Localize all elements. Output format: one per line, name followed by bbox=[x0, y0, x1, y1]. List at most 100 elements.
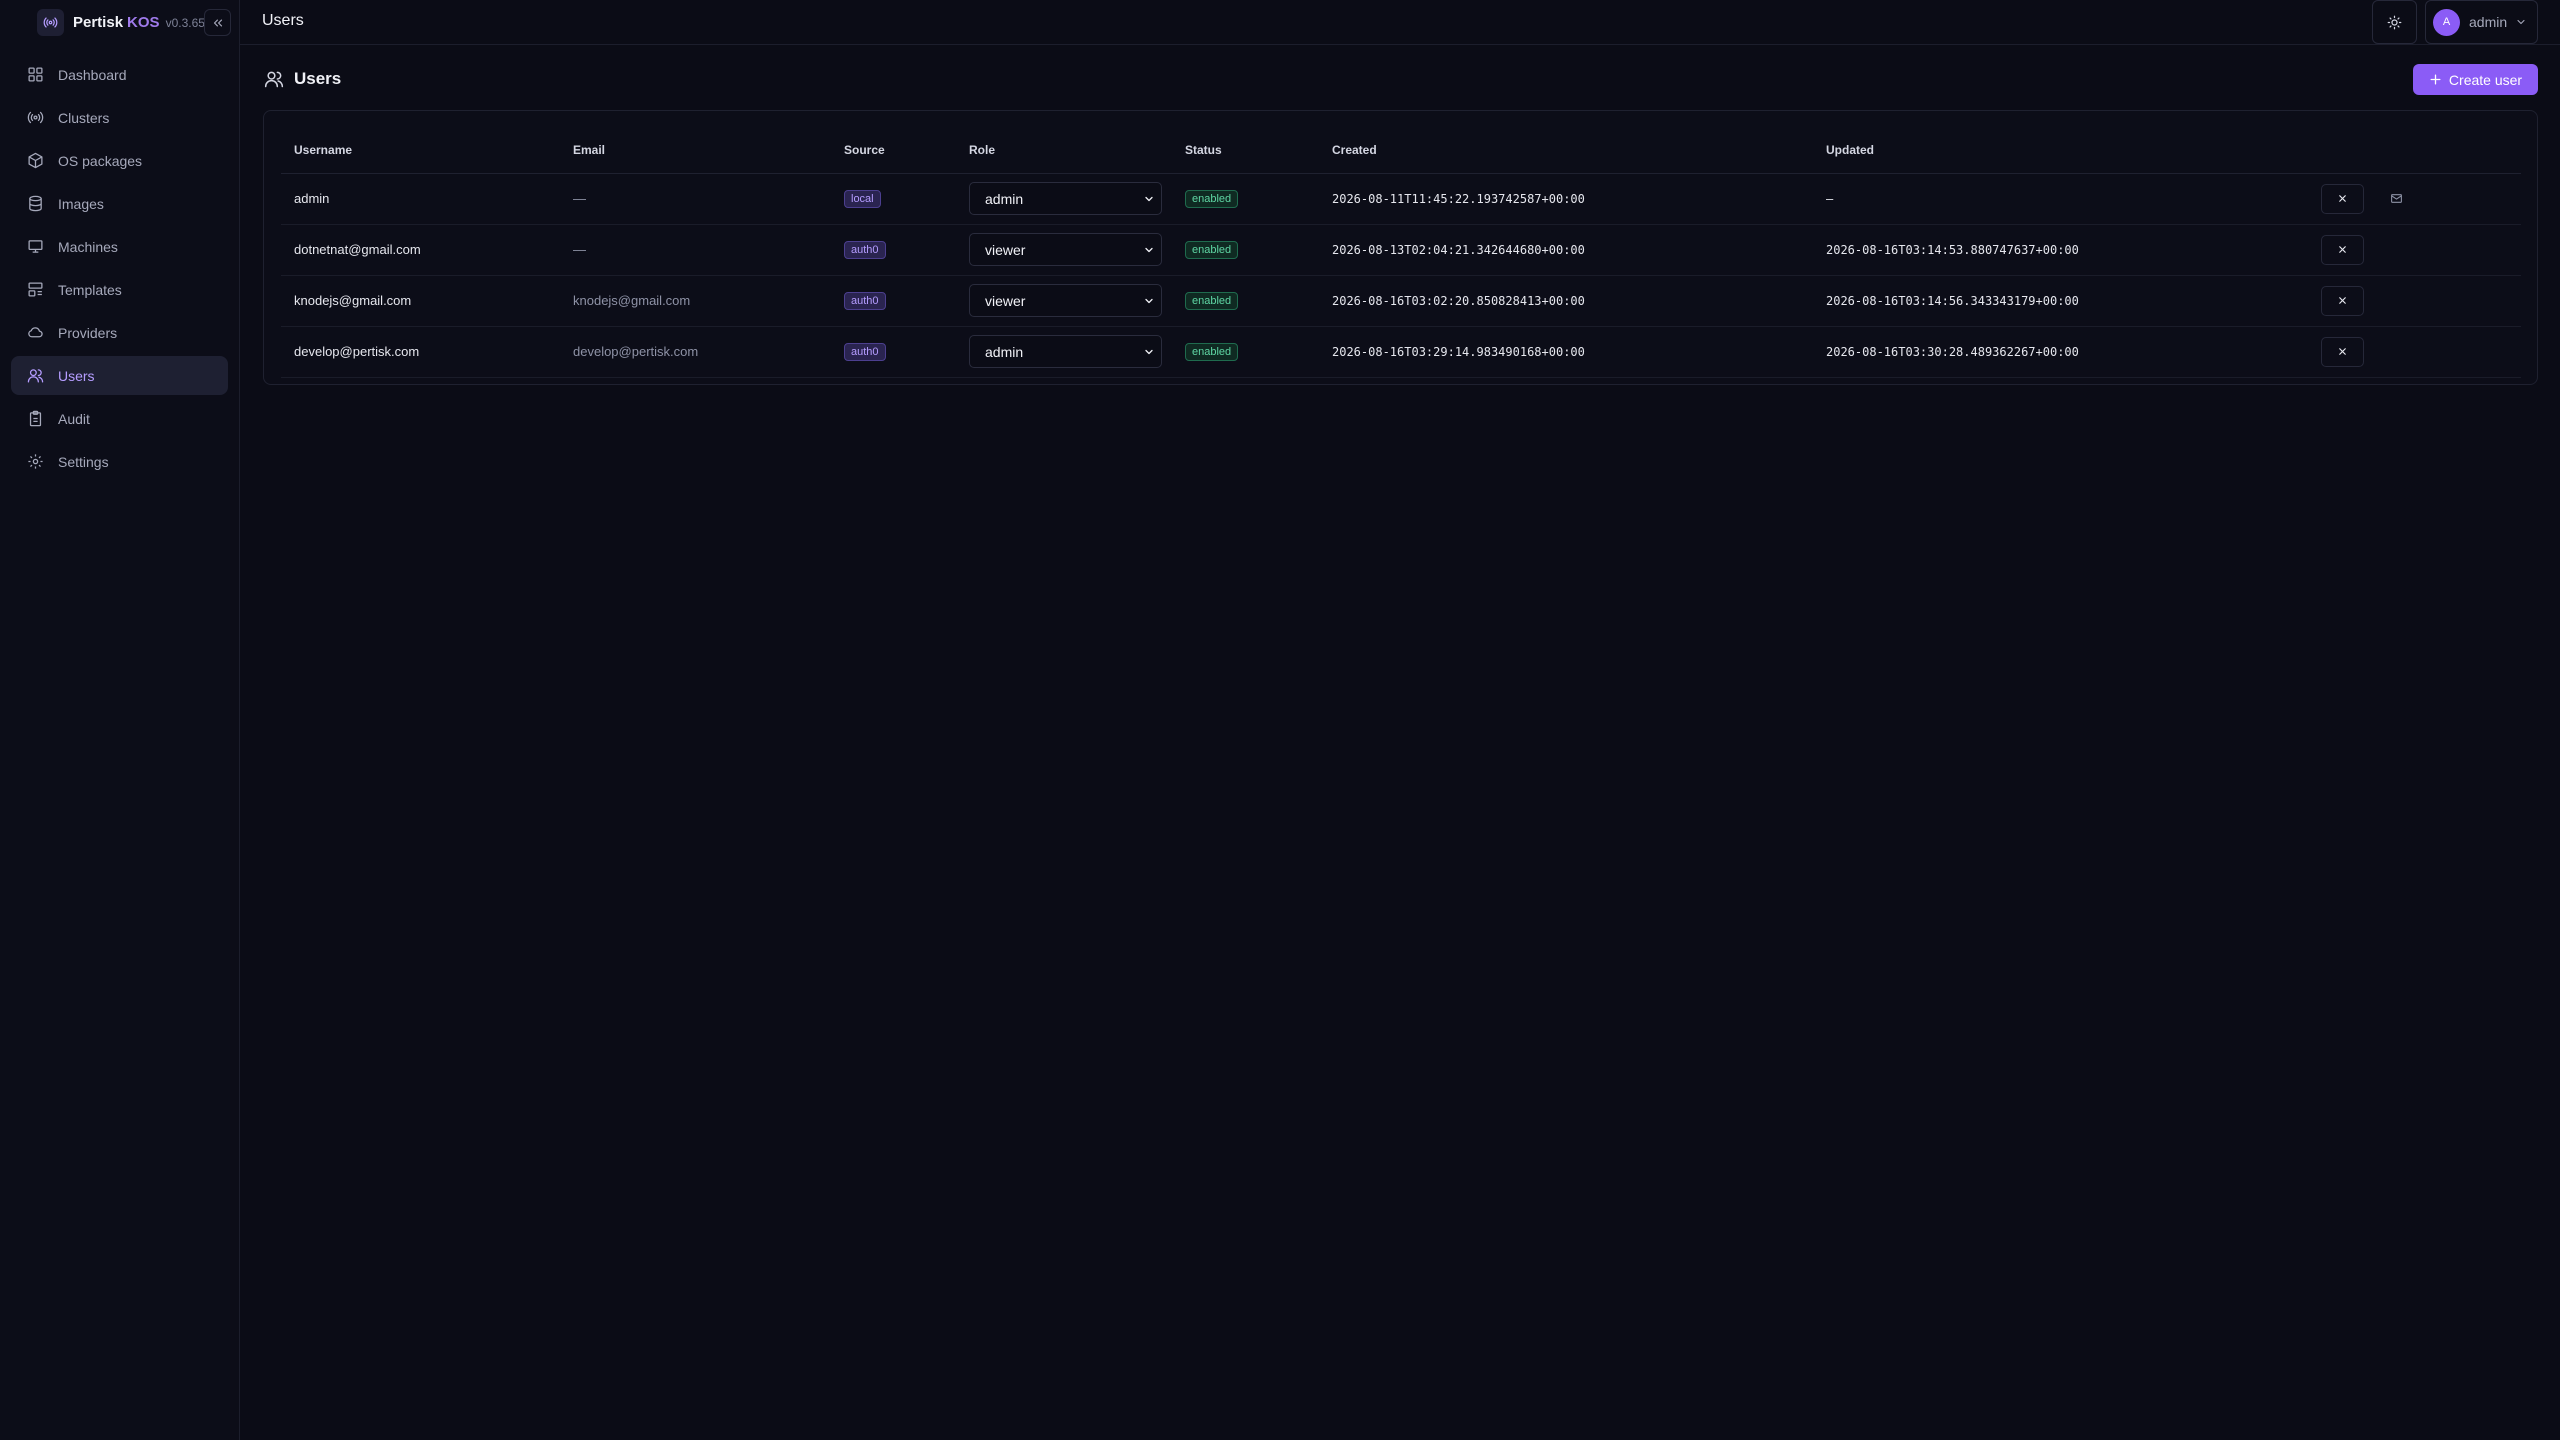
users-table-card: Username Email Source Role Status Create… bbox=[263, 110, 2538, 385]
table-header-row: Username Email Source Role Status Create… bbox=[281, 128, 2521, 174]
delete-user-button[interactable] bbox=[2321, 336, 2364, 367]
username-cell: knodejs@gmail.com bbox=[281, 275, 560, 327]
page-heading: Users bbox=[264, 68, 341, 90]
package-icon bbox=[28, 152, 43, 169]
table-row: knodejs@gmail.com knodejs@gmail.com auth… bbox=[281, 275, 2521, 327]
role-select[interactable]: viewer bbox=[969, 284, 1162, 317]
sidebar-item-images[interactable]: Images bbox=[11, 184, 228, 223]
username-cell: dotnetnat@gmail.com bbox=[281, 224, 560, 276]
create-user-button[interactable]: Create user bbox=[2413, 64, 2538, 95]
users-icon bbox=[264, 71, 284, 88]
create-user-label: Create user bbox=[2448, 71, 2523, 88]
role-select-value: admin bbox=[985, 343, 1024, 360]
sidebar-item-label: Templates bbox=[58, 281, 122, 298]
username-cell: admin bbox=[281, 173, 560, 225]
status-badge: enabled bbox=[1185, 240, 1239, 259]
created-cell: 2026-08-11T11:45:22.193742587+00:00 bbox=[1319, 173, 1813, 225]
cloud-icon bbox=[28, 327, 43, 338]
close-icon bbox=[2339, 348, 2346, 355]
delete-user-button[interactable] bbox=[2321, 183, 2364, 214]
sidebar-item-label: Machines bbox=[58, 238, 118, 255]
created-cell: 2026-08-16T03:29:14.983490168+00:00 bbox=[1319, 326, 1813, 378]
column-header-status[interactable]: Status bbox=[1172, 128, 1319, 174]
sidebar-item-machines[interactable]: Machines bbox=[11, 227, 228, 266]
sidebar-item-label: Settings bbox=[58, 453, 109, 470]
dashboard-icon bbox=[28, 67, 43, 82]
brand[interactable]: Pertisk KOS v0.3.65 bbox=[37, 9, 205, 36]
topbar: Users A admin bbox=[240, 0, 2560, 45]
brand-name: Pertisk bbox=[73, 14, 124, 31]
table-row: admin — local admin enabled 2026-08-11T1… bbox=[281, 173, 2521, 225]
column-header-role[interactable]: Role bbox=[956, 128, 1172, 174]
chevron-down-icon bbox=[2517, 19, 2525, 25]
sidebar-item-users[interactable]: Users bbox=[11, 356, 228, 395]
role-select[interactable]: admin bbox=[969, 182, 1162, 215]
chevron-down-icon bbox=[1145, 196, 1153, 201]
theme-toggle-button[interactable] bbox=[2372, 0, 2417, 44]
avatar: A bbox=[2433, 8, 2460, 36]
sun-icon bbox=[2387, 15, 2402, 29]
column-header-source[interactable]: Source bbox=[831, 128, 956, 174]
email-cell: — bbox=[560, 224, 831, 276]
updated-cell: 2026-08-16T03:14:56.343343179+00:00 bbox=[1813, 275, 2308, 327]
sidebar-item-audit[interactable]: Audit bbox=[11, 399, 228, 438]
database-icon bbox=[29, 195, 42, 212]
role-select[interactable]: admin bbox=[969, 335, 1162, 368]
status-badge: enabled bbox=[1185, 291, 1239, 310]
sidebar-item-templates[interactable]: Templates bbox=[11, 270, 228, 309]
users-icon bbox=[27, 369, 44, 383]
broadcast-logo-icon bbox=[37, 9, 64, 36]
email-cell: knodejs@gmail.com bbox=[560, 275, 831, 327]
sidebar-item-label: Providers bbox=[58, 324, 118, 341]
status-badge: enabled bbox=[1185, 342, 1239, 361]
sidebar-item-providers[interactable]: Providers bbox=[11, 313, 228, 352]
role-select-value: admin bbox=[985, 190, 1024, 207]
chevron-down-icon bbox=[1145, 247, 1153, 252]
created-cell: 2026-08-16T03:02:20.850828413+00:00 bbox=[1319, 275, 1813, 327]
clipboard-icon bbox=[29, 410, 42, 427]
source-badge: auth0 bbox=[844, 291, 886, 310]
broadcast-icon bbox=[27, 111, 44, 124]
delete-user-button[interactable] bbox=[2321, 234, 2364, 265]
email-cell: develop@pertisk.com bbox=[560, 326, 831, 378]
sidebar-item-dashboard[interactable]: Dashboard bbox=[11, 55, 228, 94]
column-header-updated[interactable]: Updated bbox=[1813, 128, 2308, 174]
brand-product: KOS bbox=[127, 14, 160, 31]
user-name: admin bbox=[2469, 14, 2508, 30]
close-icon bbox=[2339, 246, 2346, 253]
column-header-actions bbox=[2308, 128, 2521, 174]
table-row: dotnetnat@gmail.com — auth0 viewer enabl… bbox=[281, 224, 2521, 276]
chevrons-left-icon bbox=[213, 19, 222, 26]
send-email-button[interactable] bbox=[2375, 184, 2418, 214]
source-badge: auth0 bbox=[844, 240, 886, 259]
sidebar-item-label: Dashboard bbox=[58, 66, 127, 83]
source-badge: local bbox=[844, 189, 881, 208]
updated-cell: 2026-08-16T03:30:28.489362267+00:00 bbox=[1813, 326, 2308, 378]
sidebar-item-label: Images bbox=[58, 195, 104, 212]
role-select-value: viewer bbox=[985, 241, 1026, 258]
chevron-down-icon bbox=[1145, 298, 1153, 303]
sidebar-item-label: Clusters bbox=[58, 109, 110, 126]
template-icon bbox=[28, 282, 43, 297]
column-header-email[interactable]: Email bbox=[560, 128, 831, 174]
sidebar-item-clusters[interactable]: Clusters bbox=[11, 98, 228, 137]
column-header-username[interactable]: Username bbox=[281, 128, 560, 174]
sidebar-item-label: Users bbox=[58, 367, 95, 384]
page-title: Users bbox=[294, 69, 342, 88]
role-select[interactable]: viewer bbox=[969, 233, 1162, 266]
gear-icon bbox=[28, 454, 43, 469]
collapse-sidebar-button[interactable] bbox=[204, 9, 231, 36]
source-badge: auth0 bbox=[844, 342, 886, 361]
sidebar-item-os-packages[interactable]: OS packages bbox=[11, 141, 228, 180]
sidebar-item-label: OS packages bbox=[58, 152, 143, 169]
delete-user-button[interactable] bbox=[2321, 285, 2364, 316]
chevron-down-icon bbox=[1145, 349, 1153, 354]
sidebar-nav: Dashboard Clusters OS packages Images Ma… bbox=[11, 55, 228, 485]
status-badge: enabled bbox=[1185, 189, 1239, 208]
sidebar-item-settings[interactable]: Settings bbox=[11, 442, 228, 481]
column-header-created[interactable]: Created bbox=[1319, 128, 1813, 174]
mail-icon bbox=[2390, 194, 2402, 203]
user-menu-button[interactable]: A admin bbox=[2425, 0, 2538, 44]
email-cell: — bbox=[560, 173, 831, 225]
sidebar-item-label: Audit bbox=[58, 410, 90, 427]
